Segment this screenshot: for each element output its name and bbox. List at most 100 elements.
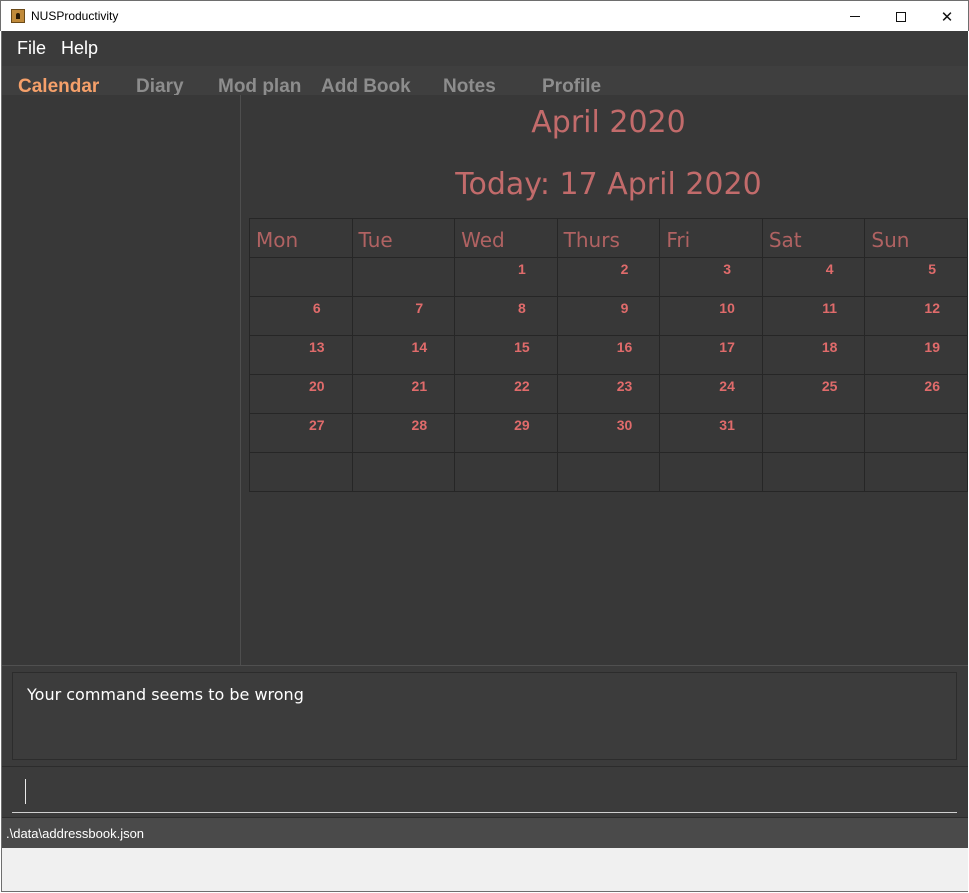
calendar-day-cell[interactable]: 29 bbox=[454, 413, 558, 453]
day-number: 5 bbox=[928, 261, 937, 277]
tab-diary[interactable]: Diary bbox=[136, 76, 184, 95]
calendar-day-cell[interactable]: 24 bbox=[659, 374, 763, 414]
calendar-week-row: 27 28 29 30 31 bbox=[249, 413, 968, 453]
calendar-day-cell[interactable]: 27 bbox=[249, 413, 353, 453]
day-number: 15 bbox=[514, 339, 530, 355]
day-number: 7 bbox=[415, 300, 424, 316]
day-number: 6 bbox=[312, 300, 321, 316]
result-display-panel: Your command seems to be wrong bbox=[2, 665, 968, 766]
result-display[interactable]: Your command seems to be wrong bbox=[12, 672, 957, 760]
calendar-day-cell[interactable]: 1 bbox=[454, 257, 558, 297]
day-number: 11 bbox=[822, 300, 838, 316]
tab-mod-plan[interactable]: Mod plan bbox=[218, 76, 301, 95]
day-number: 10 bbox=[719, 300, 735, 316]
day-number: 24 bbox=[719, 378, 735, 394]
calendar-day-cell[interactable]: 5 bbox=[864, 257, 968, 297]
day-number: 4 bbox=[825, 261, 834, 277]
calendar-day-cell[interactable] bbox=[249, 452, 353, 492]
weekday-header: Tue bbox=[351, 218, 456, 258]
day-number: 9 bbox=[620, 300, 629, 316]
tab-calendar[interactable]: Calendar bbox=[18, 76, 99, 95]
close-button[interactable]: ✕ bbox=[924, 1, 969, 32]
calendar-day-cell[interactable] bbox=[351, 452, 456, 492]
day-number: 30 bbox=[616, 417, 633, 433]
calendar-week-row bbox=[249, 452, 968, 492]
day-number: 8 bbox=[517, 300, 526, 316]
result-message: Your command seems to be wrong bbox=[27, 685, 304, 704]
calendar-day-cell[interactable]: 2 bbox=[556, 257, 661, 297]
calendar-day-cell[interactable]: 6 bbox=[249, 296, 353, 336]
window-title: NUSProductivity bbox=[31, 9, 119, 23]
day-number: 1 bbox=[517, 261, 526, 277]
calendar-day-cell[interactable]: 19 bbox=[864, 335, 968, 375]
day-number: 28 bbox=[411, 417, 428, 433]
status-bar: .\data\addressbook.json bbox=[2, 817, 968, 848]
calendar-day-cell[interactable]: 7 bbox=[351, 296, 456, 336]
menu-help[interactable]: Help bbox=[61, 38, 98, 59]
calendar-day-cell[interactable]: 25 bbox=[761, 374, 866, 414]
calendar-day-cell[interactable]: 12 bbox=[864, 296, 968, 336]
calendar-day-cell[interactable]: 15 bbox=[454, 335, 558, 375]
close-icon: ✕ bbox=[940, 8, 954, 26]
weekday-header: Sun bbox=[864, 218, 968, 258]
tab-profile[interactable]: Profile bbox=[542, 76, 601, 95]
calendar-day-cell[interactable]: 31 bbox=[659, 413, 763, 453]
tab-add-book[interactable]: Add Book bbox=[321, 76, 411, 95]
tab-notes[interactable]: Notes bbox=[443, 76, 496, 95]
calendar-day-cell[interactable] bbox=[864, 413, 968, 453]
calendar-day-cell[interactable]: 14 bbox=[351, 335, 456, 375]
weekday-header-row: Mon Tue Wed Thurs Fri Sat Sun bbox=[249, 218, 968, 258]
calendar-week-row: 13 14 15 16 17 18 19 bbox=[249, 335, 968, 375]
calendar-day-cell[interactable]: 17 bbox=[659, 335, 763, 375]
weekday-header: Wed bbox=[454, 218, 558, 258]
save-file-path: .\data\addressbook.json bbox=[6, 826, 145, 841]
calendar-day-cell[interactable]: 16 bbox=[556, 335, 661, 375]
day-number: 3 bbox=[723, 261, 731, 277]
day-number: 20 bbox=[308, 378, 325, 394]
day-number: 21 bbox=[411, 378, 428, 394]
day-number: 13 bbox=[308, 339, 325, 355]
calendar-day-cell[interactable]: 10 bbox=[659, 296, 763, 336]
day-number: 29 bbox=[514, 417, 530, 433]
calendar-day-cell[interactable]: 11 bbox=[761, 296, 866, 336]
calendar-day-cell[interactable] bbox=[864, 452, 968, 492]
calendar-day-cell[interactable]: 21 bbox=[351, 374, 456, 414]
calendar-day-cell[interactable]: 18 bbox=[761, 335, 866, 375]
day-number: 12 bbox=[924, 300, 940, 316]
minimize-button[interactable] bbox=[832, 1, 878, 32]
app-window: File Help Calendar Diary Mod plan Add Bo… bbox=[1, 31, 968, 892]
calendar-day-cell[interactable] bbox=[659, 452, 763, 492]
window-titlebar: NUSProductivity ✕ bbox=[0, 0, 969, 31]
calendar-day-cell[interactable] bbox=[556, 452, 661, 492]
calendar-day-cell[interactable]: 26 bbox=[864, 374, 968, 414]
day-number: 31 bbox=[719, 417, 735, 433]
calendar-day-cell[interactable]: 23 bbox=[556, 374, 661, 414]
tab-bar: Calendar Diary Mod plan Add Book Notes P… bbox=[2, 66, 968, 95]
day-number: 25 bbox=[821, 378, 838, 394]
calendar-day-cell[interactable]: 22 bbox=[454, 374, 558, 414]
text-caret bbox=[25, 779, 26, 804]
calendar-day-cell[interactable]: 3 bbox=[659, 257, 763, 297]
day-number: 14 bbox=[411, 339, 428, 355]
weekday-header: Sat bbox=[761, 218, 866, 258]
calendar-day-cell[interactable] bbox=[454, 452, 558, 492]
calendar-day-cell[interactable]: 9 bbox=[556, 296, 661, 336]
calendar-day-cell[interactable]: 30 bbox=[556, 413, 661, 453]
calendar-day-cell[interactable] bbox=[761, 452, 866, 492]
calendar-day-cell[interactable]: 28 bbox=[351, 413, 456, 453]
weekday-header: Fri bbox=[659, 218, 763, 258]
calendar-day-cell[interactable] bbox=[761, 413, 866, 453]
calendar-day-cell[interactable]: 8 bbox=[454, 296, 558, 336]
maximize-button[interactable] bbox=[878, 1, 924, 32]
calendar-day-cell[interactable]: 20 bbox=[249, 374, 353, 414]
calendar-day-cell[interactable]: 13 bbox=[249, 335, 353, 375]
calendar-day-cell[interactable]: 4 bbox=[761, 257, 866, 297]
menu-file[interactable]: File bbox=[17, 38, 46, 59]
calendar-grid: Mon Tue Wed Thurs Fri Sat Sun 1 2 3 4 5 … bbox=[249, 218, 968, 492]
calendar-day-cell[interactable] bbox=[249, 257, 353, 297]
calendar-day-cell[interactable] bbox=[351, 257, 456, 297]
main-panel: April 2020 Today: 17 April 2020 Mon Tue … bbox=[2, 95, 968, 665]
command-input[interactable] bbox=[12, 773, 957, 813]
calendar-week-row: 6 7 8 9 10 11 12 bbox=[249, 296, 968, 336]
app-icon bbox=[11, 9, 25, 23]
